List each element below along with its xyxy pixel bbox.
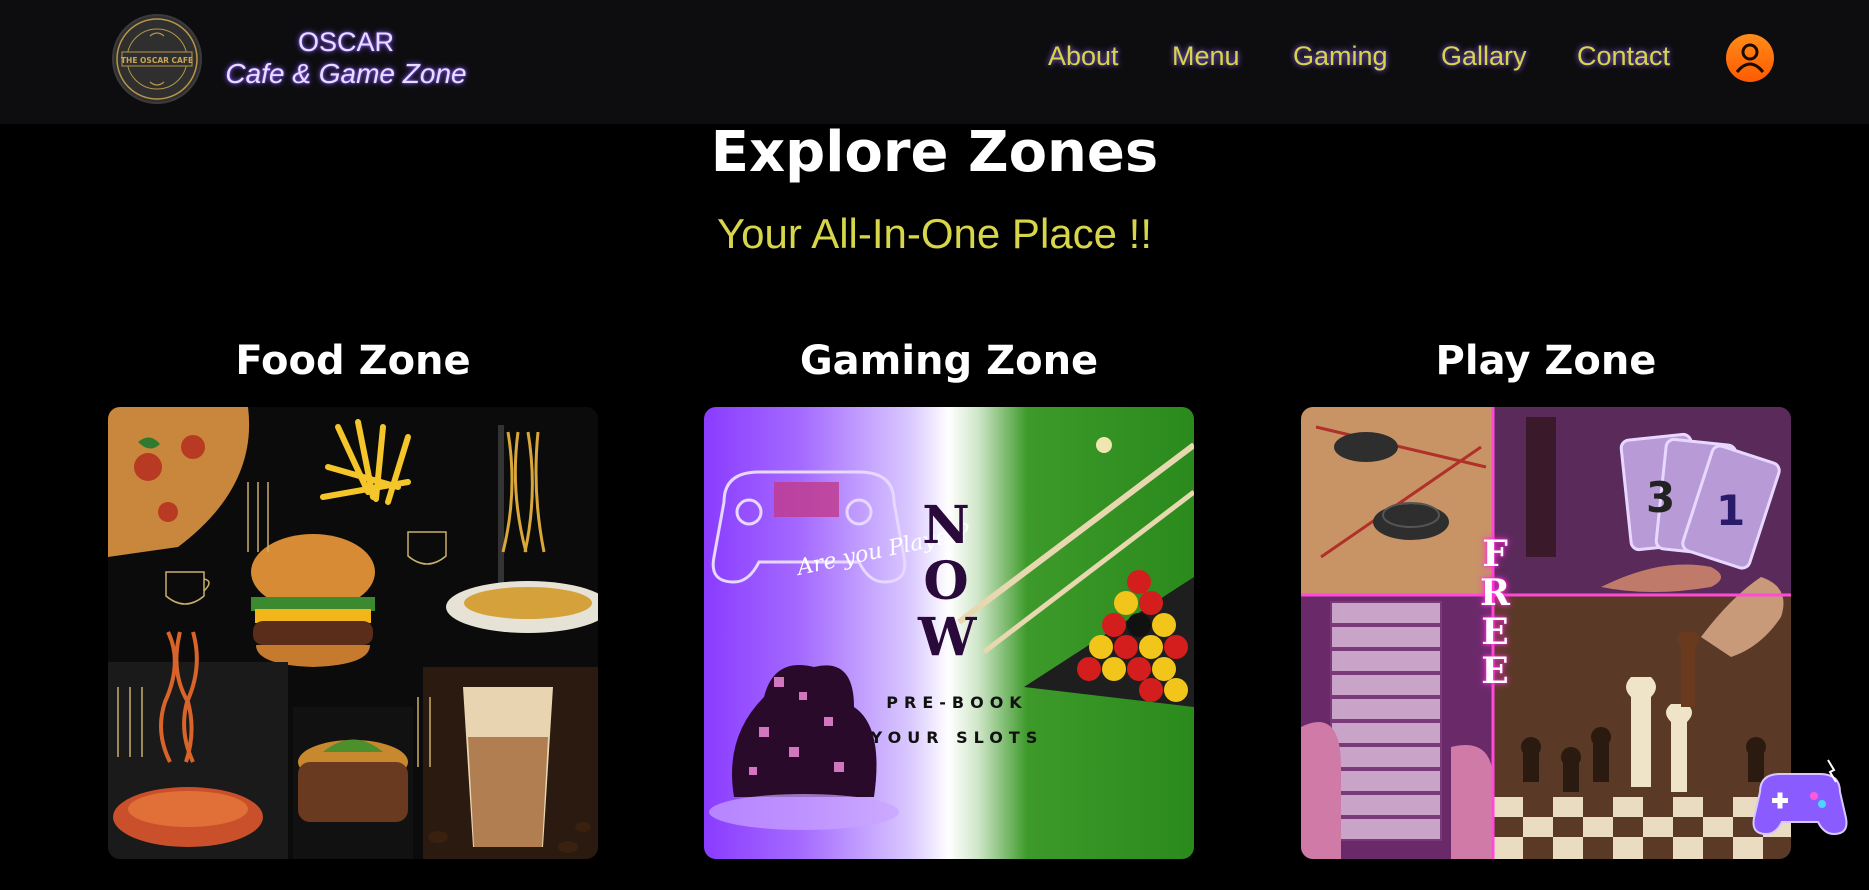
nav-link-gaming[interactable]: Gaming (1293, 36, 1388, 76)
now-letter-o: O (923, 551, 969, 612)
free-letter-f: F (1482, 533, 1508, 575)
navbar: THE OSCAR CAFE OSCAR Cafe & Game Zone Ab… (0, 0, 1869, 124)
floating-gamepad-button[interactable] (1750, 752, 1850, 842)
nav-link-contact[interactable]: Contact (1577, 36, 1670, 76)
free-letter-e2: E (1481, 650, 1509, 692)
logo[interactable]: THE OSCAR CAFE (112, 14, 202, 104)
prebook-text: PRE-BOOK (886, 693, 1028, 712)
play-zone-title: Play Zone (1435, 338, 1657, 384)
gaming-zone-card[interactable]: Are you Player? N O W PRE-BOOK YOUR SLOT… (704, 407, 1194, 859)
play-zone-card[interactable]: 3 1 F R E E (1301, 407, 1791, 859)
free-letter-e1: E (1481, 611, 1509, 653)
user-icon (1735, 43, 1765, 73)
svg-text:3: 3 (1646, 473, 1675, 522)
page-title: Explore Zones (710, 120, 1159, 185)
brand-line1: OSCAR (297, 27, 395, 57)
nav-link-about[interactable]: About (1048, 36, 1119, 76)
gaming-zone-title: Gaming Zone (799, 338, 1099, 384)
nav-link-gallary[interactable]: Gallary (1441, 36, 1527, 76)
brand-line2: Cafe & Game Zone (225, 58, 467, 89)
food-zone-title: Food Zone (235, 338, 471, 384)
svg-text:1: 1 (1716, 486, 1745, 535)
page-subtitle: Your All-In-One Place !! (716, 210, 1152, 257)
your-slots-text: YOUR SLOTS (870, 728, 1044, 747)
now-letter-n: N (922, 495, 970, 556)
play-collage-image: 3 1 (1301, 407, 1791, 859)
food-collage-image (108, 407, 598, 859)
logo-text: THE OSCAR CAFE (121, 56, 193, 65)
food-zone-card[interactable] (108, 407, 598, 859)
nav-link-menu[interactable]: Menu (1172, 36, 1240, 76)
brand-name[interactable]: OSCAR Cafe & Game Zone (224, 26, 468, 90)
now-letter-w: W (918, 607, 977, 668)
avatar[interactable] (1726, 34, 1774, 82)
logo-emblem-icon: THE OSCAR CAFE (116, 18, 198, 100)
gamepad-icon (1752, 759, 1848, 836)
free-letter-r: R (1480, 572, 1510, 614)
